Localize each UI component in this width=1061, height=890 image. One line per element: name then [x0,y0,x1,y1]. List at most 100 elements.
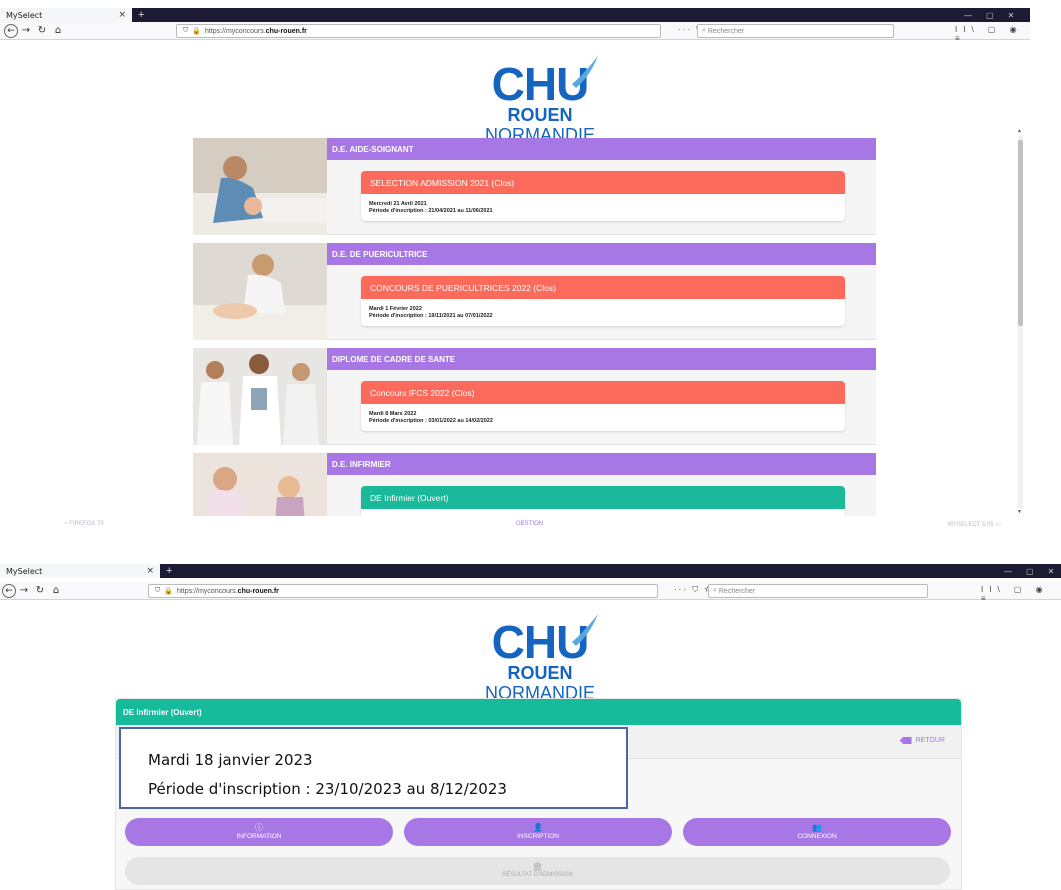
back-arrow-icon[interactable]: ← [4,23,18,38]
bank-icon: 🏛 [532,862,543,871]
url-prefix: https://myconcours. [204,27,266,35]
information-button[interactable]: ⓘ INFORMATION [125,818,393,846]
logo-swoosh-icon [572,56,599,88]
exam-info-box: Mardi 18 janvier 2023 Période d'inscript… [119,727,628,809]
users-icon: 👥 [812,823,822,832]
photo-infirmier [193,453,327,516]
scrollbar[interactable]: ▲ ▼ [1016,128,1024,516]
exam-card[interactable]: DE Infirmier (Ouvert) [361,486,845,516]
panel-title: DE Infirmier (Ouvert) [116,699,961,725]
exam-date: Mardi 8 Mars 2022 [369,411,417,417]
exam-date: Mardi 1 Février 2022 [369,306,422,312]
url-host: chu-rouen.fr [265,27,307,35]
exam-title[interactable]: CONCOURS DE PUERICULTRICES 2022 (Clos) [361,276,845,299]
search-placeholder: Rechercher [707,27,745,35]
url-host: chu-rouen.fr [237,587,279,595]
connexion-label: CONNEXION [797,833,837,840]
category-band: D.E. DE PUERICULTRICE [327,243,876,265]
forward-arrow-icon[interactable]: → [16,585,32,596]
resultat-admission-button: 🏛 RÉSULTAT D'ADMISSION [125,857,950,885]
exam-date: Mardi 18 janvier 2023 [148,751,313,769]
exam-period: Période d'inscription : 21/04/2021 au 11… [369,208,493,214]
minimize-icon[interactable]: — [1004,567,1012,576]
logo-chu: CHU [492,614,599,665]
home-icon[interactable]: ⌂ [50,25,66,36]
new-tab-button[interactable]: + [132,8,150,22]
scroll-thumb[interactable] [1018,140,1023,326]
logo-swoosh-icon [572,614,599,646]
shield-icon[interactable]: ⛉ [155,587,160,595]
new-tab-button[interactable]: + [160,564,178,578]
list-item[interactable]: DIPLOME DE CADRE DE SANTE Concours IFCS … [193,348,876,445]
browser-tab[interactable]: MySelect × [0,8,132,22]
inscription-label: INSCRIPTION [517,833,559,840]
tab-title: MySelect [6,10,43,20]
photo-aide-soignant [193,138,327,235]
forward-arrow-icon[interactable]: → [18,25,34,36]
close-window-icon[interactable]: ✕ [1048,567,1055,576]
url-prefix: https://myconcours. [176,587,238,595]
url-bar[interactable]: ⛉ 🔒 https://myconcours. chu-rouen.fr [148,584,658,598]
back-arrow-icon[interactable]: ← [2,583,16,598]
list-item[interactable]: D.E. INFIRMIER DE Infirmier (Ouvert) [193,453,876,516]
toolbar-tools[interactable]: II\ ▢ ◉ ≡ [981,585,1061,603]
window-controls: — ▢ ✕ [964,8,1014,22]
info-icon: ⓘ [255,823,263,832]
list-item[interactable]: D.E. AIDE-SOIGNANT SELECTION ADMISSION 2… [193,138,876,235]
maximize-icon[interactable]: ▢ [1026,567,1034,576]
nav-toolbar: ← → ↻ ⌂ ⛉ 🔒 https://myconcours. chu-rouen… [0,22,1030,43]
category-band: DIPLOME DE CADRE DE SANTE [327,348,876,370]
exam-title[interactable]: SELECTION ADMISSION 2021 (Clos) [361,171,845,194]
monitor-icon: ▭ [993,522,1001,528]
connexion-button[interactable]: 👥 CONNEXION [683,818,951,846]
footer-gestion-link[interactable]: GESTION [516,521,543,527]
close-icon[interactable]: × [118,10,126,20]
exam-card[interactable]: Concours IFCS 2022 (Clos) Mardi 8 Mars 2… [361,381,845,431]
reload-icon[interactable]: ↻ [34,25,50,36]
retour-label: RETOUR [915,737,945,744]
nav-toolbar: ← → ↻ ⌂ ⛉ 🔒 https://myconcours. chu-rouen… [0,582,1061,603]
scroll-down-icon[interactable]: ▼ [1017,509,1022,515]
tab-title: MySelect [6,566,43,576]
scroll-up-icon[interactable]: ▲ [1017,128,1022,134]
chu-logo: CHU ROUEN NORMANDIE [455,614,625,703]
photo-puericultrice [193,243,327,340]
back-arrow-retour-icon [899,737,912,744]
exam-date [361,509,845,516]
reload-icon[interactable]: ↻ [32,585,48,596]
list-item[interactable]: D.E. DE PUERICULTRICE CONCOURS DE PUERIC… [193,243,876,340]
search-input[interactable]: ⌕ Rechercher [697,24,894,38]
exam-period: Période d'inscription : 19/11/2021 au 07… [369,313,493,319]
home-icon[interactable]: ⌂ [48,585,64,596]
exam-card[interactable]: CONCOURS DE PUERICULTRICES 2022 (Clos) M… [361,276,845,326]
photo-cadre-sante [193,348,327,445]
toolbar-tools[interactable]: II\ ▢ ◉ ≡ [955,25,1030,43]
footer-left: ◔ FIREFOX 79 [64,521,104,527]
close-window-icon[interactable]: ✕ [1008,11,1015,20]
exam-title[interactable]: DE Infirmier (Ouvert) [361,486,845,509]
exam-date: Mercredi 21 Avril 2021 [369,201,427,207]
tab-strip: MySelect × + [0,8,1030,22]
window-controls: — ▢ ✕ [1004,564,1054,578]
chu-logo: CHU ROUEN NORMANDIE [455,56,625,145]
logo-chu: CHU [492,56,599,107]
exam-period: Période d'inscription : 03/01/2022 au 14… [369,418,493,424]
maximize-icon[interactable]: ▢ [986,11,994,20]
inscription-button[interactable]: 👤 INSCRIPTION [404,818,672,846]
lock-icon: 🔒 [164,588,173,595]
exam-card[interactable]: SELECTION ADMISSION 2021 (Clos) Mercredi… [361,171,845,221]
shield-icon[interactable]: ⛉ [183,27,188,35]
browser-tab[interactable]: MySelect × [0,564,160,578]
retour-button[interactable]: RETOUR [899,737,945,744]
exam-title[interactable]: Concours IFCS 2022 (Clos) [361,381,845,404]
search-placeholder: Rechercher [718,587,756,595]
resultat-label: RÉSULTAT D'ADMISSION [502,872,573,878]
category-band: D.E. INFIRMIER [327,453,876,475]
search-input[interactable]: ⌕ Rechercher [708,584,928,598]
url-bar[interactable]: ⛉ 🔒 https://myconcours. chu-rouen.fr [176,24,661,38]
close-icon[interactable]: × [146,566,154,576]
minimize-icon[interactable]: — [964,11,972,20]
information-label: INFORMATION [236,833,282,840]
lock-icon: 🔒 [192,28,201,35]
category-band: D.E. AIDE-SOIGNANT [327,138,876,160]
